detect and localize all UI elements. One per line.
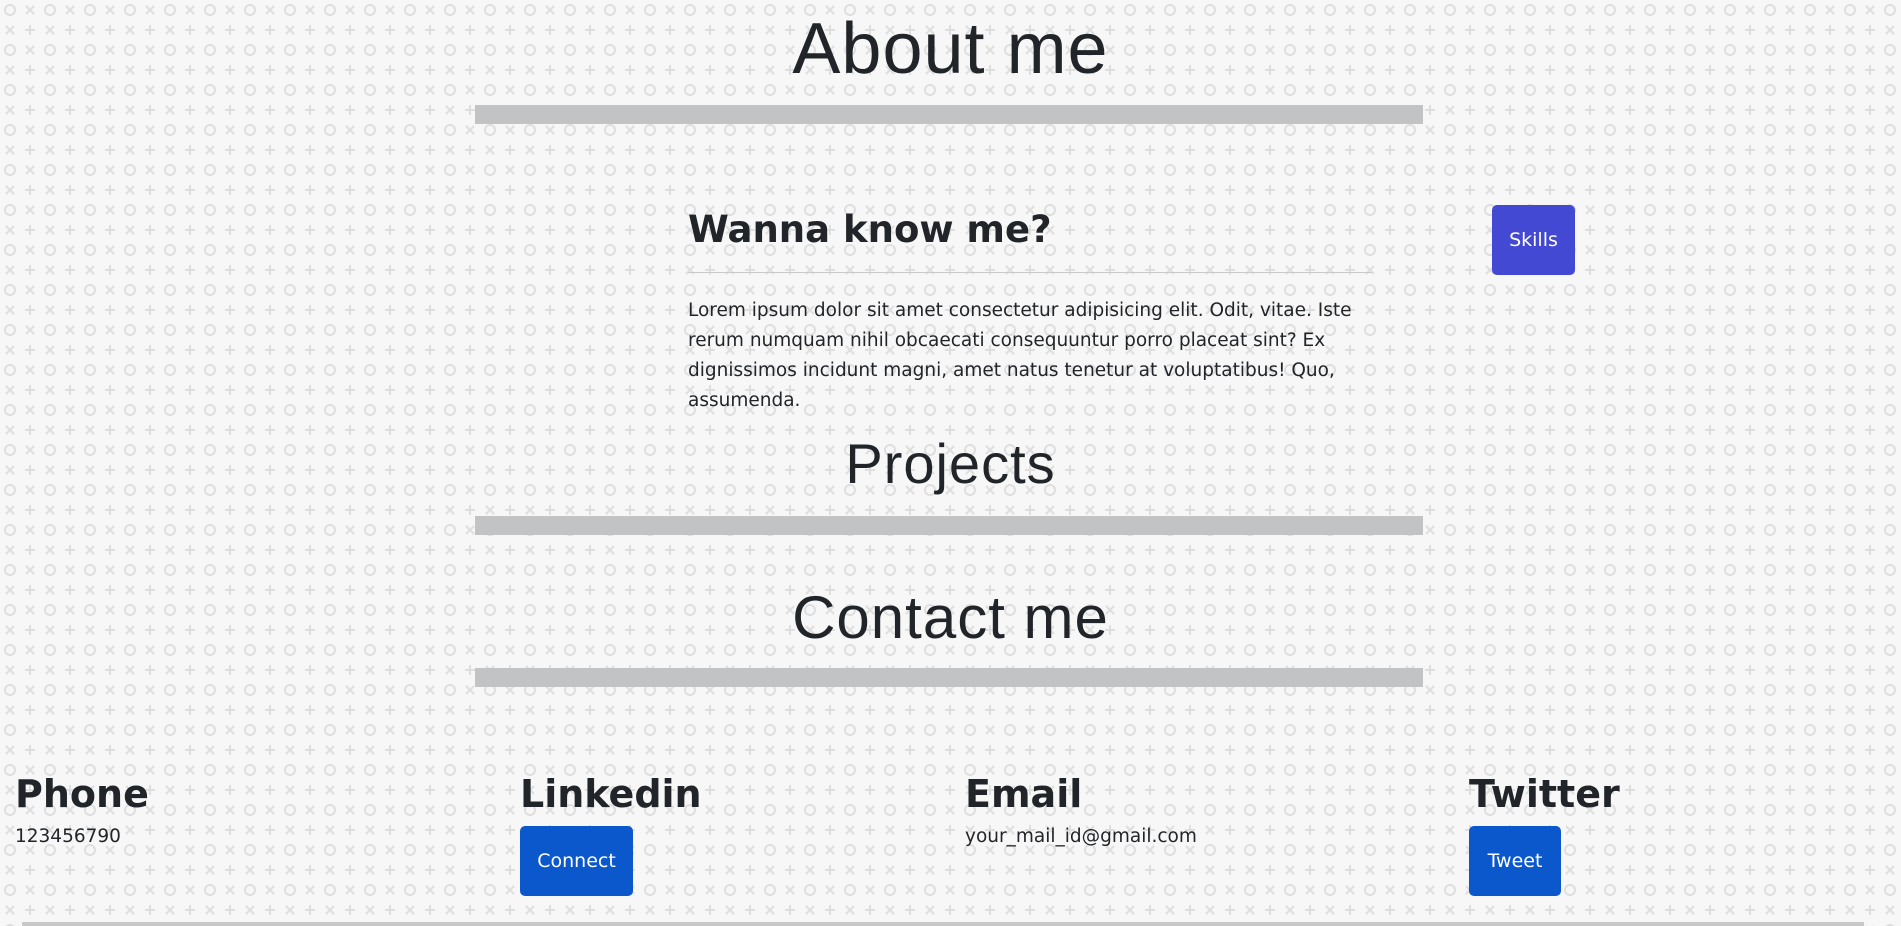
phone-number: 123456790 bbox=[15, 826, 121, 847]
about-title: About me bbox=[792, 9, 1109, 89]
connect-button[interactable]: Connect bbox=[520, 826, 633, 896]
tweet-button[interactable]: Tweet bbox=[1469, 826, 1561, 896]
skills-button[interactable]: Skills bbox=[1492, 205, 1575, 275]
email-address: your_mail_id@gmail.com bbox=[965, 826, 1197, 847]
contact-title-bar bbox=[475, 668, 1423, 687]
about-heading: Wanna know me? bbox=[688, 208, 1052, 251]
projects-title: Projects bbox=[845, 432, 1056, 495]
projects-title-bar bbox=[475, 516, 1423, 535]
email-heading: Email bbox=[965, 772, 1083, 816]
twitter-heading: Twitter bbox=[1469, 772, 1620, 816]
page-bottom-divider bbox=[22, 922, 1864, 926]
email-column: Email your_mail_id@gmail.com bbox=[965, 770, 1197, 850]
linkedin-heading: Linkedin bbox=[520, 772, 702, 816]
phone-heading: Phone bbox=[15, 772, 149, 816]
linkedin-column: Linkedin bbox=[520, 770, 702, 818]
about-paragraph: Lorem ipsum dolor sit amet consectetur a… bbox=[688, 300, 1352, 411]
contact-title: Contact me bbox=[792, 584, 1109, 651]
phone-column: Phone 123456790 bbox=[15, 770, 149, 850]
twitter-column: Twitter bbox=[1469, 770, 1620, 818]
about-title-bar bbox=[475, 105, 1423, 124]
about-divider bbox=[688, 272, 1372, 273]
